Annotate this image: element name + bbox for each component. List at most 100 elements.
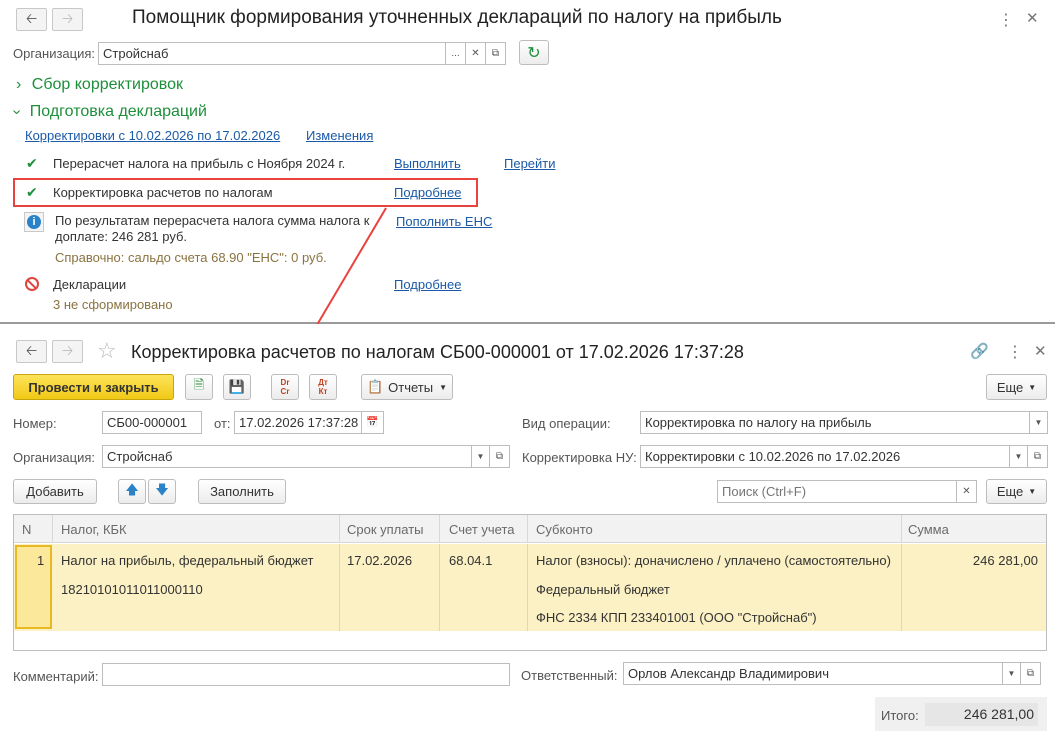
- operation-label: Вид операции:: [522, 416, 611, 431]
- operation-select[interactable]: Корректировка по налогу на прибыль: [640, 411, 1030, 434]
- step-recalc-text: Перерасчет налога на прибыль с Ноября 20…: [53, 156, 346, 171]
- top-up-ens-link[interactable]: Пополнить ЕНС: [396, 214, 492, 229]
- add-button[interactable]: Добавить: [13, 479, 97, 504]
- total-label: Итого:: [881, 708, 919, 723]
- forward-button[interactable]: 🡢: [52, 8, 83, 31]
- close-icon[interactable]: ✕: [1026, 9, 1039, 27]
- responsible-label: Ответственный:: [521, 668, 618, 683]
- info-note: Справочно: сальдо счета 68.90 "ЕНС": 0 р…: [55, 250, 327, 265]
- comment-field[interactable]: [102, 663, 510, 686]
- column-due[interactable]: Срок уплаты: [347, 522, 424, 537]
- table-more-button[interactable]: Еще ▼: [986, 479, 1047, 504]
- chevron-down-icon: ›: [8, 109, 26, 115]
- org-clear-icon[interactable]: ✕: [466, 42, 486, 65]
- org-select-button[interactable]: ...: [446, 42, 466, 65]
- changes-link[interactable]: Изменения: [306, 128, 373, 143]
- from-label: от:: [214, 416, 231, 431]
- step-recalc-run-link[interactable]: Выполнить: [394, 156, 461, 171]
- search-clear-icon[interactable]: ✕: [957, 480, 977, 503]
- corrections-table: N Налог, КБК Срок уплаты Счет учета Субк…: [13, 514, 1047, 651]
- doc-org-dropdown-icon[interactable]: ▼: [472, 445, 490, 468]
- column-sum[interactable]: Сумма: [908, 522, 949, 537]
- more-button[interactable]: Еще ▼: [986, 374, 1047, 400]
- number-field[interactable]: СБ00-000001: [102, 411, 202, 434]
- doc-org-field[interactable]: Стройснаб: [102, 445, 472, 468]
- reports-icon: 📋: [366, 379, 384, 394]
- declarations-details-link[interactable]: Подробнее: [394, 277, 461, 292]
- move-down-icon[interactable]: 🡇: [148, 479, 176, 504]
- section-prepare-label: Подготовка деклараций: [29, 103, 207, 120]
- operation-dropdown-icon[interactable]: ▼: [1030, 411, 1048, 434]
- wizard-window: 🡠 🡢 Помощник формирования уточненных дек…: [0, 0, 1055, 322]
- date-field[interactable]: 17.02.2026 17:37:28: [234, 411, 362, 434]
- no-entry-icon: [25, 277, 39, 291]
- org-open-icon[interactable]: ⧉: [486, 42, 506, 65]
- move-up-icon[interactable]: 🡅: [118, 479, 146, 504]
- dropdown-arrow-icon: ▼: [1028, 487, 1037, 496]
- table-more-label: Еще: [996, 484, 1024, 499]
- kebab-menu-icon[interactable]: ⋮: [998, 10, 1014, 30]
- column-tax[interactable]: Налог, КБК: [61, 522, 127, 537]
- document-title: Корректировка расчетов по налогам СБ00-0…: [131, 342, 744, 362]
- section-collect[interactable]: › Сбор корректировок: [16, 76, 183, 94]
- column-account[interactable]: Счет учета: [449, 522, 515, 537]
- search-input[interactable]: [717, 480, 957, 503]
- star-icon[interactable]: ☆: [97, 338, 117, 364]
- responsible-dropdown-icon[interactable]: ▼: [1003, 662, 1021, 685]
- doc-forward-button[interactable]: 🡢: [52, 340, 83, 363]
- info-text-1: По результатам перерасчета налога сумма …: [55, 213, 370, 228]
- info-icon: i: [24, 212, 44, 232]
- step-tax-corr-text: Корректировка расчетов по налогам: [53, 185, 273, 200]
- row-subconto-2: Федеральный бюджет: [536, 582, 670, 597]
- doc-org-open-icon[interactable]: ⧉: [490, 445, 510, 468]
- corr-field[interactable]: Корректировки с 10.02.2026 по 17.02.2026: [640, 445, 1010, 468]
- dropdown-arrow-icon: ▼: [439, 382, 448, 392]
- row-number-cell[interactable]: [15, 545, 52, 629]
- row-sum: 246 281,00: [972, 553, 1038, 568]
- section-prepare[interactable]: › Подготовка деклараций: [9, 103, 207, 121]
- responsible-field[interactable]: Орлов Александр Владимирович: [623, 662, 1003, 685]
- doc-org-label: Организация:: [13, 450, 96, 465]
- more-label: Еще: [996, 379, 1024, 395]
- step-tax-corr-details-link[interactable]: Подробнее: [394, 185, 461, 200]
- back-button[interactable]: 🡠: [16, 8, 47, 31]
- declarations-status: 3 не сформировано: [53, 297, 173, 312]
- section-collect-label: Сбор корректировок: [31, 76, 183, 93]
- reports-label: Отчеты: [388, 379, 434, 395]
- fill-button[interactable]: Заполнить: [198, 479, 286, 504]
- step-recalc-go-link[interactable]: Перейти: [504, 156, 556, 171]
- wizard-title: Помощник формирования уточненных деклара…: [132, 7, 782, 28]
- row-tax: Налог на прибыль, федеральный бюджет: [61, 553, 314, 568]
- declarations-text: Декларации: [53, 277, 127, 292]
- table-header: N Налог, КБК Срок уплаты Счет учета Субк…: [14, 515, 1046, 543]
- dt-kt-report-icon[interactable]: Дт Кт: [309, 374, 337, 400]
- reports-button[interactable]: 📋 Отчеты ▼: [361, 374, 453, 400]
- refresh-button[interactable]: ↻: [519, 40, 549, 65]
- kebab-menu-icon[interactable]: ⋮: [1007, 342, 1023, 362]
- calendar-icon[interactable]: 📅: [362, 411, 384, 434]
- dt-kt-movements-icon[interactable]: Dr Cr: [271, 374, 299, 400]
- period-link[interactable]: Корректировки с 10.02.2026 по 17.02.2026: [25, 128, 280, 143]
- row-subconto-1: Налог (взносы): доначислено / уплачено (…: [536, 553, 891, 568]
- save-post-icon[interactable]: 🗎: [185, 374, 213, 400]
- link-icon[interactable]: 🔗: [970, 342, 989, 360]
- org-field[interactable]: Стройснаб: [98, 42, 446, 65]
- check-icon: ✔: [26, 155, 38, 171]
- responsible-open-icon[interactable]: ⧉: [1021, 662, 1041, 685]
- column-subconto[interactable]: Субконто: [536, 522, 593, 537]
- table-row[interactable]: 1 Налог на прибыль, федеральный бюджет 1…: [14, 544, 1046, 631]
- comment-label: Комментарий:: [13, 669, 99, 684]
- row-due: 17.02.2026: [347, 553, 413, 568]
- number-label: Номер:: [13, 416, 57, 431]
- corr-open-icon[interactable]: ⧉: [1028, 445, 1048, 468]
- chevron-right-icon: ›: [16, 76, 22, 93]
- save-icon[interactable]: 💾: [223, 374, 251, 400]
- column-n[interactable]: N: [22, 522, 31, 537]
- doc-close-icon[interactable]: ✕: [1034, 342, 1047, 360]
- info-text-2: доплате: 246 281 руб.: [55, 229, 188, 244]
- corr-dropdown-icon[interactable]: ▼: [1010, 445, 1028, 468]
- post-and-close-button[interactable]: Провести и закрыть: [13, 374, 174, 400]
- doc-back-button[interactable]: 🡠: [16, 340, 47, 363]
- row-kbk: 18210101011011000110: [61, 582, 203, 597]
- row-number: 1: [37, 553, 45, 568]
